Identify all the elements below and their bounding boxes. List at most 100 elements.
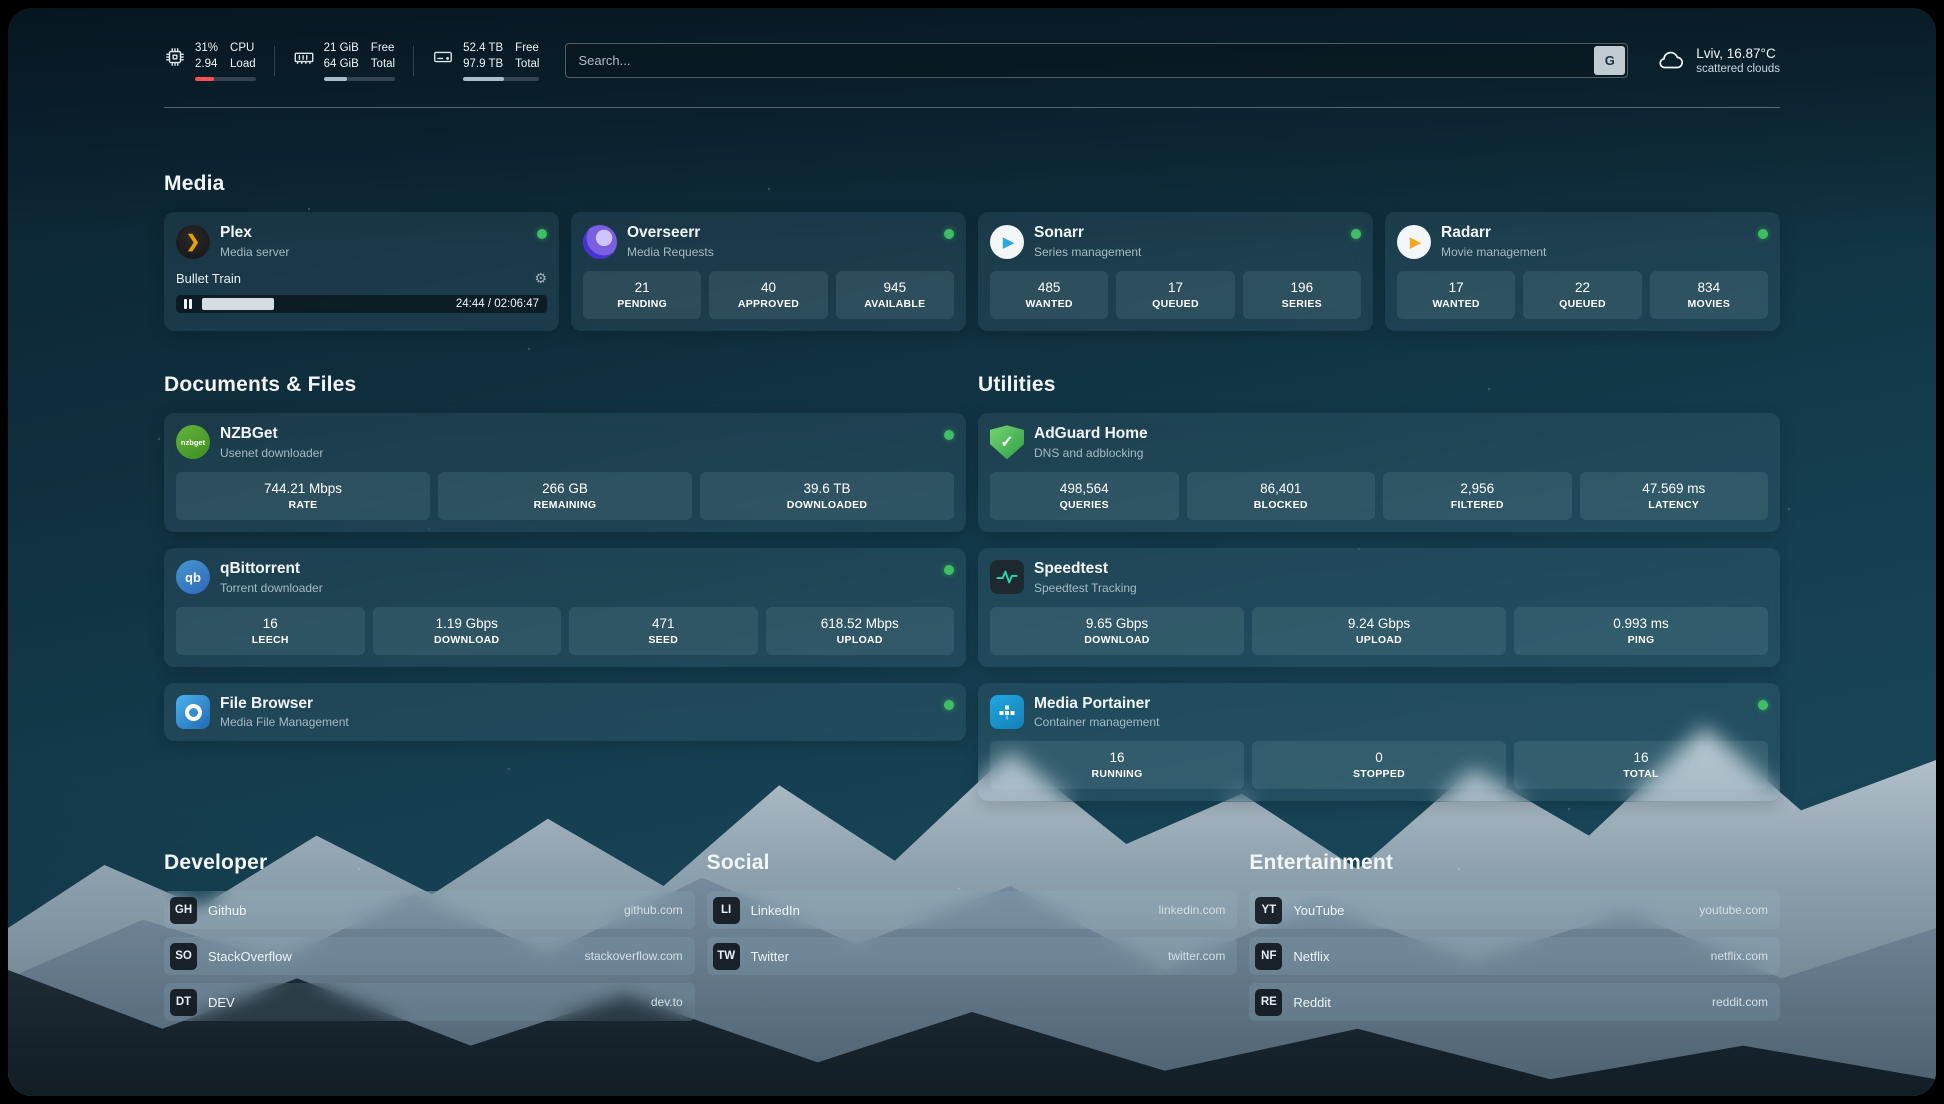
dev-icon: DT — [170, 989, 197, 1016]
bookmark-name: Reddit — [1293, 995, 1331, 1010]
app-desc: Media File Management — [220, 715, 349, 729]
stat-upload: 618.52 MbpsUPLOAD — [766, 607, 955, 655]
playback-progress-fill — [202, 298, 274, 310]
linkedin-icon: LI — [713, 897, 740, 924]
two-column-area: Documents & Files nzbget NZBGet Usenet d… — [164, 373, 1780, 801]
stat-wanted: 485WANTED — [990, 271, 1108, 319]
nzbget-icon: nzbget — [176, 425, 210, 459]
stat-series: 196SERIES — [1243, 271, 1361, 319]
stat-download: 9.65 GbpsDOWNLOAD — [990, 607, 1244, 655]
bookmark-name: StackOverflow — [208, 949, 292, 964]
stat-queries: 498,564QUERIES — [990, 472, 1179, 520]
app-name: Speedtest — [1034, 560, 1137, 578]
ram-progress-track — [324, 77, 395, 81]
disk-labels: Free Total — [515, 40, 539, 72]
bookmark-youtube[interactable]: YT YouTube youtube.com — [1249, 891, 1780, 929]
section-social: Social LI LinkedIn linkedin.com TW Twitt… — [707, 851, 1238, 1021]
nzbget-icon-text: nzbget — [181, 438, 205, 447]
app-desc: Media Requests — [627, 245, 714, 259]
youtube-icon: YT — [1255, 897, 1282, 924]
bookmark-name: Twitter — [751, 949, 789, 964]
qbittorrent-icon: qb — [176, 560, 210, 594]
app-desc: Movie management — [1441, 245, 1546, 259]
bookmarks-area: Developer GH Github github.com SO StackO… — [164, 851, 1780, 1021]
cpu-usage-value: 31% — [195, 40, 218, 56]
bookmark-linkedin[interactable]: LI LinkedIn linkedin.com — [707, 891, 1238, 929]
netflix-icon: NF — [1255, 943, 1282, 970]
stat-download: 1.19 GbpsDOWNLOAD — [373, 607, 562, 655]
disk-values: 52.4 TB 97.9 TB — [463, 40, 503, 72]
app-name: Radarr — [1441, 224, 1546, 242]
app-card-filebrowser[interactable]: File Browser Media File Management — [164, 683, 966, 742]
app-card-overseerr[interactable]: Overseerr Media Requests 21PENDING 40APP… — [571, 212, 966, 331]
status-dot — [1351, 229, 1361, 239]
stat-blocked: 86,401BLOCKED — [1187, 472, 1376, 520]
bookmark-twitter[interactable]: TW Twitter twitter.com — [707, 937, 1238, 975]
app-card-speedtest[interactable]: Speedtest Speedtest Tracking 9.65 GbpsDO… — [978, 548, 1780, 667]
stackoverflow-icon: SO — [170, 943, 197, 970]
search-input[interactable] — [565, 43, 1628, 78]
overseerr-icon — [583, 225, 617, 259]
bookmark-dev[interactable]: DT DEV dev.to — [164, 983, 695, 1021]
dashboard-content: 31% 2.94 CPU Load — [8, 8, 1936, 1096]
app-card-adguard[interactable]: AdGuard Home DNS and adblocking 498,564Q… — [978, 413, 1780, 532]
stat-seed: 471SEED — [569, 607, 758, 655]
app-card-nzbget[interactable]: nzbget NZBGet Usenet downloader 744.21 M… — [164, 413, 966, 532]
stat-total: 16TOTAL — [1514, 741, 1768, 789]
weather-widget: Lviv, 16.87°C scattered clouds — [1654, 46, 1780, 75]
app-name: File Browser — [220, 695, 349, 713]
status-dot — [1758, 229, 1768, 239]
gear-icon[interactable] — [534, 270, 547, 287]
disk-progress-track — [463, 77, 539, 81]
cpu-icon — [164, 46, 186, 68]
bookmark-github[interactable]: GH Github github.com — [164, 891, 695, 929]
weather-location: Lviv, 16.87°C — [1696, 46, 1780, 61]
app-card-radarr[interactable]: Radarr Movie management 17WANTED 22QUEUE… — [1385, 212, 1780, 331]
bookmark-url: twitter.com — [1168, 949, 1225, 963]
app-card-qbittorrent[interactable]: qb qBittorrent Torrent downloader 16LEEC… — [164, 548, 966, 667]
section-entertainment: Entertainment YT YouTube youtube.com NF … — [1249, 851, 1780, 1021]
app-card-plex[interactable]: Plex Media server Bullet Train 24:44 / 0… — [164, 212, 559, 331]
pause-icon[interactable] — [184, 299, 192, 309]
adguard-icon — [990, 425, 1024, 459]
stat-queued: 22QUEUED — [1523, 271, 1641, 319]
ram-total-label: Total — [371, 56, 395, 72]
disk-total-label: Total — [515, 56, 539, 72]
app-card-portainer[interactable]: Media Portainer Container management 16R… — [978, 683, 1780, 802]
bookmark-reddit[interactable]: RE Reddit reddit.com — [1249, 983, 1780, 1021]
bookmark-name: YouTube — [1293, 903, 1344, 918]
section-title-media: Media — [164, 172, 1780, 196]
topbar-separator — [274, 46, 275, 76]
cpu-metric: 31% 2.94 CPU Load — [164, 40, 256, 81]
stat-remaining: 266 GBREMAINING — [438, 472, 692, 520]
bookmark-stackoverflow[interactable]: SO StackOverflow stackoverflow.com — [164, 937, 695, 975]
stat-running: 16RUNNING — [990, 741, 1244, 789]
weather-condition: scattered clouds — [1696, 63, 1780, 75]
disk-free-value: 52.4 TB — [463, 40, 503, 56]
search-engine-button[interactable]: G — [1594, 46, 1625, 75]
app-card-sonarr[interactable]: Sonarr Series management 485WANTED 17QUE… — [978, 212, 1373, 331]
app-name: AdGuard Home — [1034, 425, 1148, 443]
app-name: Plex — [220, 224, 289, 242]
cpu-load-label: Load — [230, 56, 256, 72]
stat-downloaded: 39.6 TBDOWNLOADED — [700, 472, 954, 520]
stat-latency: 47.569 msLATENCY — [1580, 472, 1769, 520]
bookmark-url: linkedin.com — [1159, 903, 1226, 917]
section-title-entertainment: Entertainment — [1249, 851, 1780, 875]
qbittorrent-icon-text: qb — [185, 570, 201, 585]
portainer-icon — [990, 695, 1024, 729]
bookmark-name: DEV — [208, 995, 235, 1010]
app-name: qBittorrent — [220, 560, 323, 578]
plex-icon — [176, 225, 210, 259]
bookmark-url: netflix.com — [1711, 949, 1768, 963]
cpu-progress-track — [195, 77, 256, 81]
stat-leech: 16LEECH — [176, 607, 365, 655]
bookmark-netflix[interactable]: NF Netflix netflix.com — [1249, 937, 1780, 975]
topbar-divider — [164, 107, 1780, 108]
cpu-load-value: 2.94 — [195, 56, 218, 72]
topbar-separator — [413, 46, 414, 76]
section-developer: Developer GH Github github.com SO StackO… — [164, 851, 695, 1021]
playback-time: 24:44 / 02:06:47 — [456, 295, 539, 313]
app-name: Sonarr — [1034, 224, 1141, 242]
app-name: Media Portainer — [1034, 695, 1159, 713]
